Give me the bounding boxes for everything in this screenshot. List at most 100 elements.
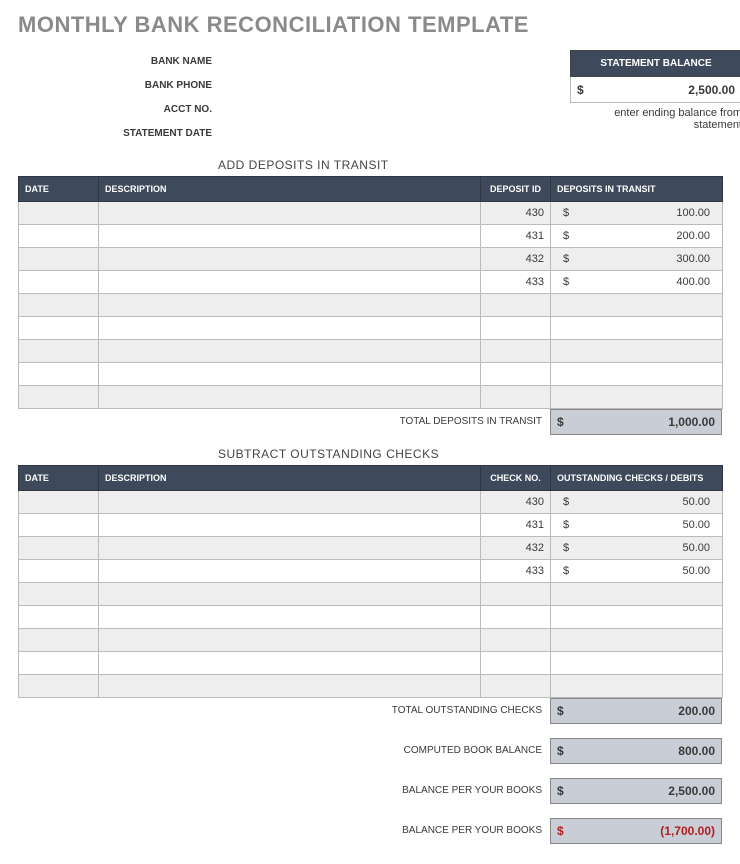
cell-description[interactable] — [99, 317, 481, 340]
cell-amount[interactable]: $50.00 — [551, 514, 723, 537]
cell-description[interactable] — [99, 560, 481, 583]
cell-description[interactable] — [99, 386, 481, 409]
cell-date[interactable] — [19, 560, 99, 583]
currency-symbol: $ — [551, 784, 573, 798]
table-row: 431$50.00 — [19, 514, 723, 537]
cell-amount[interactable] — [551, 583, 723, 606]
cell-description[interactable] — [99, 537, 481, 560]
cell-date[interactable] — [19, 537, 99, 560]
amount-value: 50.00 — [577, 542, 716, 554]
cell-description[interactable] — [99, 583, 481, 606]
statement-balance-cell[interactable]: $ 2,500.00 — [570, 77, 740, 103]
cell-amount[interactable] — [551, 606, 723, 629]
cell-description[interactable] — [99, 514, 481, 537]
cell-date[interactable] — [19, 629, 99, 652]
cell-date[interactable] — [19, 225, 99, 248]
currency-symbol: $ — [557, 253, 577, 265]
checks-table: DATE DESCRIPTION CHECK NO. OUTSTANDING C… — [18, 465, 723, 698]
cell-date[interactable] — [19, 514, 99, 537]
cell-id[interactable]: 431 — [481, 225, 551, 248]
cell-description[interactable] — [99, 271, 481, 294]
cell-description[interactable] — [99, 606, 481, 629]
cell-amount[interactable] — [551, 675, 723, 698]
cell-date[interactable] — [19, 294, 99, 317]
cell-description[interactable] — [99, 202, 481, 225]
cell-id[interactable] — [481, 652, 551, 675]
cell-amount[interactable]: $200.00 — [551, 225, 723, 248]
cell-amount[interactable] — [551, 317, 723, 340]
cell-id[interactable]: 430 — [481, 202, 551, 225]
cell-date[interactable] — [19, 675, 99, 698]
cell-description[interactable] — [99, 652, 481, 675]
currency-symbol: $ — [557, 207, 577, 219]
table-row: 430$50.00 — [19, 491, 723, 514]
cell-description[interactable] — [99, 629, 481, 652]
cell-id[interactable]: 430 — [481, 491, 551, 514]
statement-balance-header: STATEMENT BALANCE — [570, 50, 740, 77]
summary-row: BALANCE PER YOUR BOOKS$2,500.00 — [18, 778, 722, 804]
cell-id[interactable] — [481, 294, 551, 317]
summary-amount: (1,700.00) — [573, 824, 721, 838]
cell-id[interactable]: 433 — [481, 271, 551, 294]
currency-symbol: $ — [551, 744, 573, 758]
summary-row: COMPUTED BOOK BALANCE$800.00 — [18, 738, 722, 764]
cell-amount[interactable] — [551, 652, 723, 675]
cell-description[interactable] — [99, 491, 481, 514]
currency-symbol: $ — [557, 519, 577, 531]
cell-id[interactable]: 433 — [481, 560, 551, 583]
cell-description[interactable] — [99, 294, 481, 317]
cell-amount[interactable]: $50.00 — [551, 491, 723, 514]
amount-value: 50.00 — [577, 565, 716, 577]
cell-description[interactable] — [99, 225, 481, 248]
summary-box: $(1,700.00) — [550, 818, 722, 844]
checks-total-box: $ 200.00 — [550, 698, 722, 724]
cell-id[interactable] — [481, 317, 551, 340]
cell-description[interactable] — [99, 340, 481, 363]
cell-description[interactable] — [99, 675, 481, 698]
cell-amount[interactable]: $400.00 — [551, 271, 723, 294]
cell-amount[interactable] — [551, 294, 723, 317]
cell-date[interactable] — [19, 606, 99, 629]
cell-amount[interactable] — [551, 340, 723, 363]
cell-amount[interactable]: $100.00 — [551, 202, 723, 225]
cell-id[interactable] — [481, 340, 551, 363]
cell-date[interactable] — [19, 583, 99, 606]
cell-amount[interactable] — [551, 386, 723, 409]
cell-amount[interactable]: $300.00 — [551, 248, 723, 271]
cell-amount[interactable]: $50.00 — [551, 537, 723, 560]
statement-hint: enter ending balance from statement — [570, 107, 740, 131]
cell-date[interactable] — [19, 317, 99, 340]
cell-id[interactable]: 432 — [481, 248, 551, 271]
cell-date[interactable] — [19, 491, 99, 514]
cell-description[interactable] — [99, 363, 481, 386]
summary-label: COMPUTED BOOK BALANCE — [18, 738, 550, 764]
cell-date[interactable] — [19, 202, 99, 225]
summary-box: $800.00 — [550, 738, 722, 764]
currency-symbol: $ — [557, 276, 577, 288]
cell-id[interactable] — [481, 629, 551, 652]
cell-id[interactable] — [481, 386, 551, 409]
cell-date[interactable] — [19, 652, 99, 675]
cell-date[interactable] — [19, 271, 99, 294]
table-row — [19, 583, 723, 606]
cell-id[interactable] — [481, 606, 551, 629]
cell-id[interactable] — [481, 363, 551, 386]
cell-amount[interactable] — [551, 363, 723, 386]
checks-th-description: DESCRIPTION — [99, 466, 481, 491]
currency-symbol: $ — [557, 565, 577, 577]
cell-id[interactable]: 432 — [481, 537, 551, 560]
cell-id[interactable]: 431 — [481, 514, 551, 537]
checks-th-id: CHECK NO. — [481, 466, 551, 491]
cell-date[interactable] — [19, 340, 99, 363]
page-title: MONTHLY BANK RECONCILIATION TEMPLATE — [18, 12, 722, 38]
cell-description[interactable] — [99, 248, 481, 271]
cell-id[interactable] — [481, 675, 551, 698]
table-row — [19, 652, 723, 675]
cell-amount[interactable] — [551, 629, 723, 652]
deposits-total-box: $ 1,000.00 — [550, 409, 722, 435]
cell-date[interactable] — [19, 363, 99, 386]
cell-amount[interactable]: $50.00 — [551, 560, 723, 583]
cell-date[interactable] — [19, 386, 99, 409]
cell-id[interactable] — [481, 583, 551, 606]
cell-date[interactable] — [19, 248, 99, 271]
